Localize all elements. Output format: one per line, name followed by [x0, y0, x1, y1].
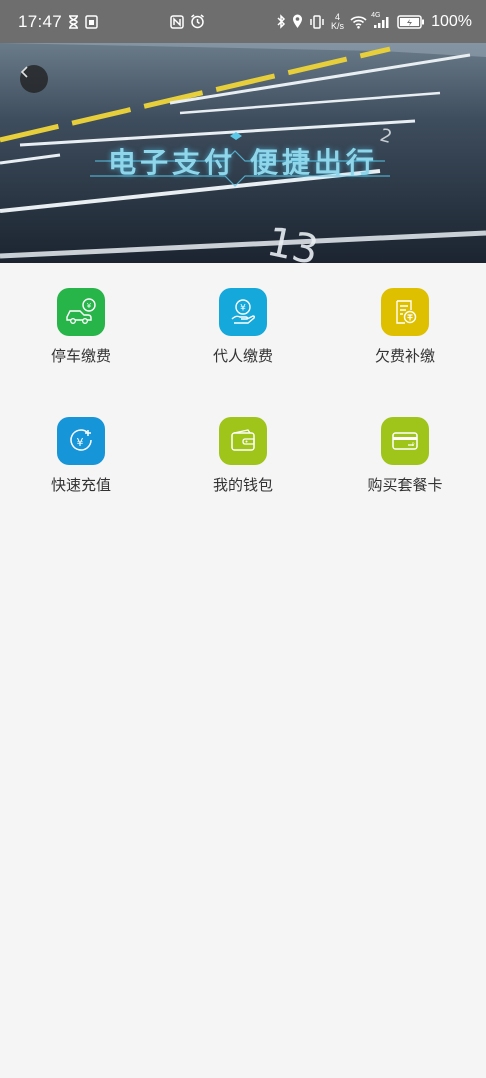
service-grid: ¥ 停车缴费 ¥ 代人缴费 欠费补缴 ¥ 快速充值 我的钱包 P 购买套餐卡	[0, 263, 486, 521]
wifi-icon	[350, 15, 367, 29]
banner-title: 电子支付 便捷出行	[108, 146, 378, 179]
svg-text:¥: ¥	[240, 304, 246, 314]
cellular-signal-icon: 4G	[371, 12, 391, 29]
nfc-icon	[169, 14, 184, 29]
car-yuan-icon: ¥	[66, 298, 96, 324]
service-buy-package-card[interactable]: P 购买套餐卡	[324, 392, 486, 521]
service-label: 停车缴费	[50, 347, 111, 365]
status-bar: 17:47 4 K/s 4G 100%	[0, 0, 486, 43]
card-icon: P	[392, 432, 418, 450]
service-parking-payment[interactable]: ¥ 停车缴费	[0, 263, 162, 392]
svg-text:¥: ¥	[77, 436, 84, 449]
recharge-icon: ¥	[70, 429, 92, 451]
hand-yuan-icon: ¥	[231, 299, 256, 324]
arrears-payment-tile	[381, 288, 429, 336]
alarm-icon	[190, 14, 205, 29]
bill-icon	[396, 300, 417, 324]
service-quick-recharge[interactable]: ¥ 快速充值	[0, 392, 162, 521]
location-icon	[292, 14, 303, 29]
parking-payment-tile: ¥	[57, 288, 105, 336]
wallet-icon	[231, 429, 255, 451]
battery-percent: 100%	[431, 12, 472, 30]
net-speed: 4 K/s	[331, 11, 345, 31]
service-arrears-payment[interactable]: 欠费补缴	[324, 263, 486, 392]
status-time: 17:47	[18, 11, 63, 31]
bluetooth-icon	[276, 14, 286, 29]
service-label: 快速充值	[50, 476, 111, 494]
svg-text:P: P	[412, 442, 415, 447]
service-pay-for-others[interactable]: ¥ 代人缴费	[162, 263, 324, 392]
service-label: 欠费补缴	[374, 347, 435, 365]
chevron-left-icon	[20, 66, 28, 78]
pay-for-others-tile: ¥	[219, 288, 267, 336]
buy-package-card-tile: P	[381, 417, 429, 465]
service-label: 购买套餐卡	[367, 476, 443, 494]
back-button[interactable]	[20, 65, 48, 93]
quick-recharge-tile: ¥	[57, 417, 105, 465]
service-label: 代人缴费	[212, 347, 273, 365]
vibrate-icon	[309, 14, 325, 29]
service-label: 我的钱包	[212, 476, 273, 494]
my-wallet-tile	[219, 417, 267, 465]
banner-image: 13 2 电子支付 便捷出行	[0, 43, 486, 263]
svg-text:¥: ¥	[87, 302, 92, 310]
sim-card-icon	[85, 14, 98, 29]
battery-icon	[397, 14, 425, 29]
hourglass-icon	[68, 14, 79, 29]
service-my-wallet[interactable]: 我的钱包	[162, 392, 324, 521]
